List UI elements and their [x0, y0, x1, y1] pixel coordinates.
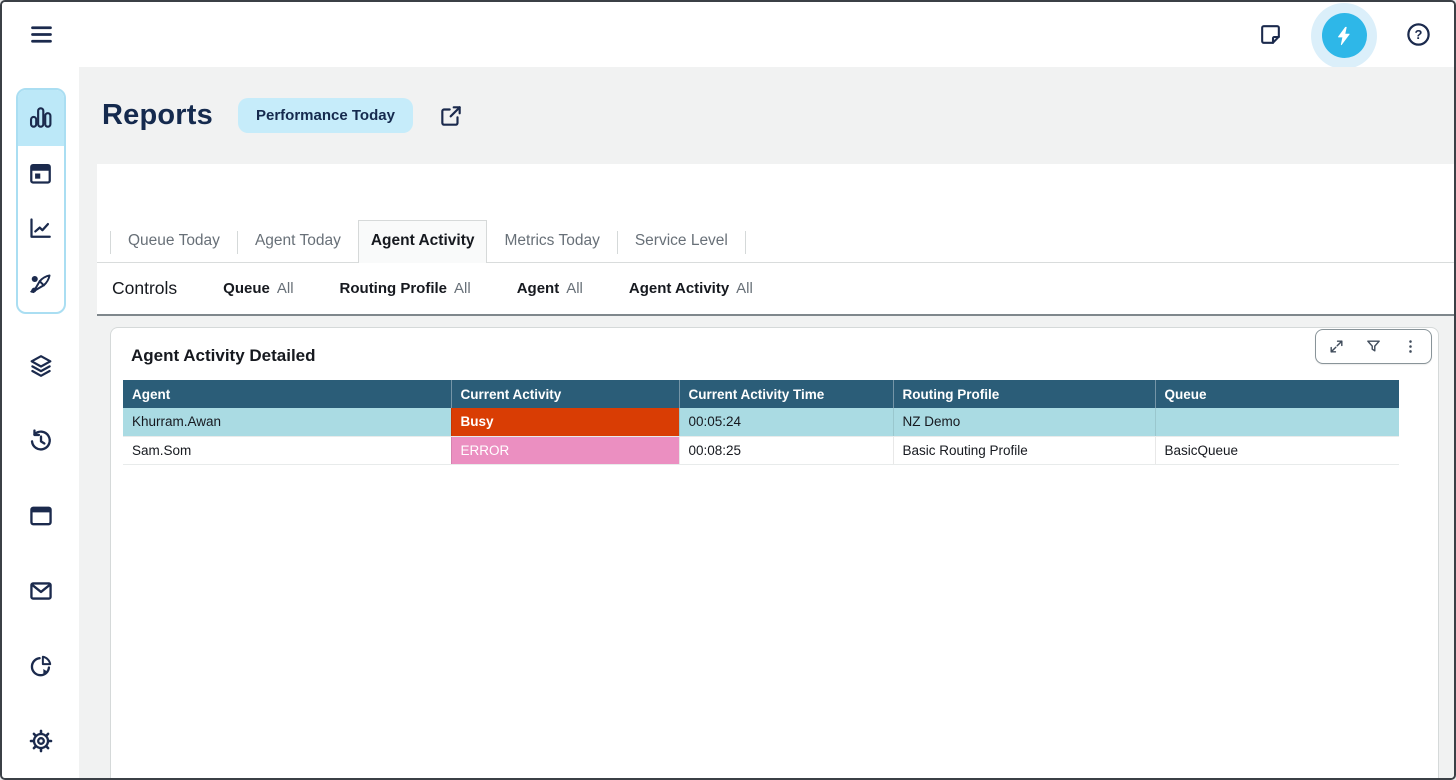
lightning-button-halo: [1311, 3, 1377, 69]
more-options-button[interactable]: [1402, 338, 1419, 355]
sidebar-list: [14, 328, 68, 778]
topbar-actions: ?: [1258, 1, 1432, 69]
report-card: Agent Activity Detailed Agent Current Ac…: [110, 327, 1439, 778]
sidebar-analytics-group: [16, 88, 66, 314]
menu-button[interactable]: [28, 21, 55, 48]
controls-label: Controls: [112, 278, 177, 299]
cell-agent: Sam.Som: [123, 436, 451, 464]
open-external-button[interactable]: [438, 103, 464, 129]
kebab-menu-icon: [1402, 338, 1419, 355]
table-actions-toolbar: [1315, 329, 1432, 364]
column-header-current-activity[interactable]: Current Activity: [451, 380, 679, 408]
cell-agent: Khurram.Awan: [123, 408, 451, 436]
column-header-current-activity-time[interactable]: Current Activity Time: [679, 380, 893, 408]
window-icon: [27, 502, 55, 530]
cell-current-activity-time: 00:08:25: [679, 436, 893, 464]
lightning-button[interactable]: [1322, 13, 1367, 58]
calendar-icon: [27, 160, 54, 187]
svg-text:?: ?: [1415, 27, 1423, 42]
sidebar-item-settings[interactable]: [14, 703, 68, 778]
help-button[interactable]: ?: [1405, 21, 1432, 48]
cell-queue: [1155, 408, 1399, 436]
cell-current-activity: Busy: [451, 408, 679, 436]
cell-current-activity-time: 00:05:24: [679, 408, 893, 436]
expand-icon: [1328, 338, 1345, 355]
funnel-icon: [1365, 338, 1382, 355]
agent-activity-table: Agent Current Activity Current Activity …: [123, 380, 1399, 465]
cell-queue: BasicQueue: [1155, 436, 1399, 464]
column-header-routing-profile[interactable]: Routing Profile: [893, 380, 1155, 408]
table-row[interactable]: Khurram.Awan Busy 00:05:24 NZ Demo: [123, 408, 1399, 436]
column-header-agent[interactable]: Agent: [123, 380, 451, 408]
column-header-queue[interactable]: Queue: [1155, 380, 1399, 408]
notes-button[interactable]: [1258, 22, 1283, 47]
tab-separator: [745, 231, 746, 254]
app-window: ?: [0, 0, 1456, 780]
page-header: Reports Performance Today: [79, 67, 1454, 164]
sidebar-item-pie-reports[interactable]: [14, 628, 68, 703]
external-link-icon: [438, 103, 464, 129]
report-tabs: Queue Today Agent Today Agent Activity M…: [97, 220, 1454, 263]
sidebar-item-window[interactable]: [14, 478, 68, 553]
cell-routing-profile: NZ Demo: [893, 408, 1155, 436]
sidebar-item-schedule[interactable]: [18, 146, 64, 202]
cell-current-activity: ERROR: [451, 436, 679, 464]
sidebar-item-reports[interactable]: [18, 90, 64, 146]
tab-metrics-today[interactable]: Metrics Today: [487, 222, 616, 262]
sidebar-item-history[interactable]: [14, 403, 68, 478]
line-chart-icon: [27, 215, 54, 242]
lightning-icon: [1333, 25, 1355, 47]
tab-queue-today[interactable]: Queue Today: [111, 222, 237, 262]
tab-service-level[interactable]: Service Level: [618, 222, 745, 262]
table-row[interactable]: Sam.Som ERROR 00:08:25 Basic Routing Pro…: [123, 436, 1399, 464]
sidebar-item-design[interactable]: [18, 257, 64, 313]
design-icon: [27, 271, 54, 298]
sidebar-item-layers[interactable]: [14, 328, 68, 403]
filter-routing-profile[interactable]: Routing Profile All: [340, 280, 471, 297]
help-icon: ?: [1405, 21, 1432, 48]
filter-agent[interactable]: Agent All: [517, 280, 583, 297]
page-title: Reports: [102, 99, 213, 132]
history-icon: [27, 427, 55, 455]
tab-agent-activity[interactable]: Agent Activity: [358, 220, 488, 263]
performance-today-badge[interactable]: Performance Today: [238, 98, 413, 133]
settings-icon: [27, 727, 55, 755]
pie-chart-icon: [27, 652, 55, 680]
cell-routing-profile: Basic Routing Profile: [893, 436, 1155, 464]
sidebar: [2, 67, 79, 778]
mail-icon: [27, 577, 55, 605]
layers-icon: [27, 352, 55, 380]
tab-agent-today[interactable]: Agent Today: [238, 222, 358, 262]
topbar: ?: [2, 2, 1454, 67]
filter-agent-activity[interactable]: Agent Activity All: [629, 280, 753, 297]
main-content: Reports Performance Today Queue Toda: [79, 67, 1454, 778]
filter-button[interactable]: [1365, 338, 1382, 355]
controls-bar: Controls Queue All Routing Profile All A…: [97, 263, 1454, 316]
expand-button[interactable]: [1328, 338, 1345, 355]
sidebar-item-metrics[interactable]: [18, 201, 64, 257]
table-title: Agent Activity Detailed: [131, 346, 1426, 366]
sidebar-item-mail[interactable]: [14, 553, 68, 628]
filter-queue[interactable]: Queue All: [223, 280, 293, 297]
note-icon: [1258, 22, 1283, 47]
report-panel: Queue Today Agent Today Agent Activity M…: [97, 164, 1454, 316]
bar-chart-icon: [27, 104, 54, 131]
table-header-row: Agent Current Activity Current Activity …: [123, 380, 1399, 408]
hamburger-icon: [28, 21, 55, 48]
